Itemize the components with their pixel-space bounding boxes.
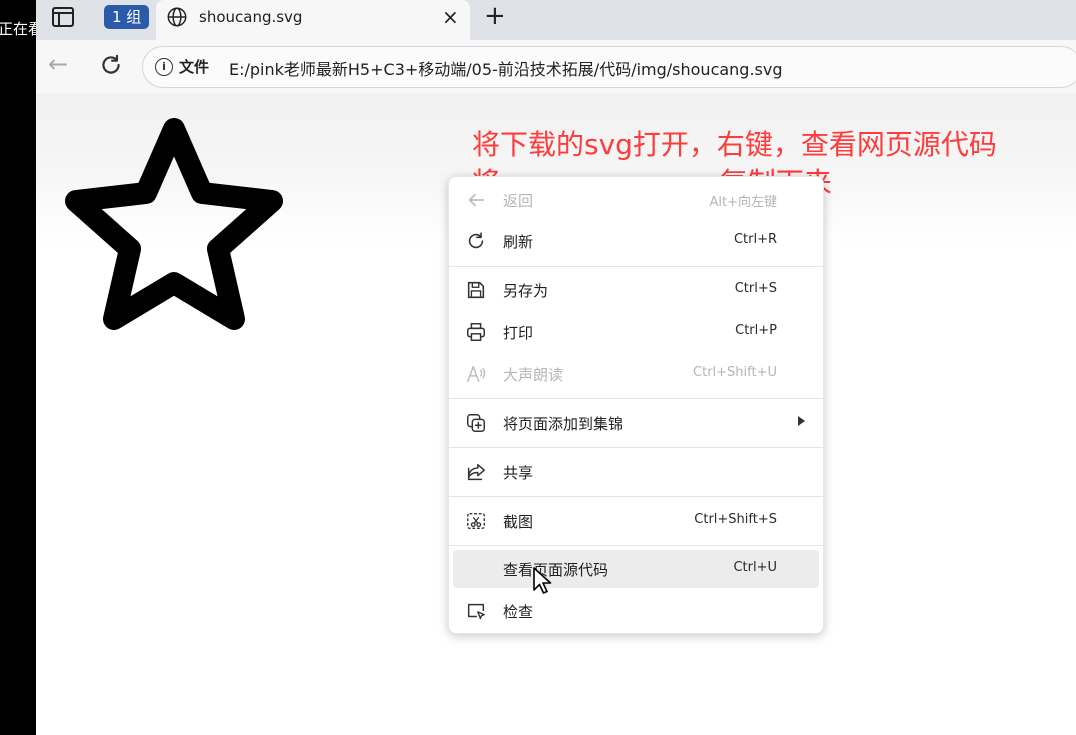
back-button[interactable]: ← <box>48 52 68 76</box>
menu-item-label: 返回 <box>503 192 534 210</box>
read-aloud-icon <box>467 365 486 383</box>
menu-item-shortcut: Alt+向左键 <box>709 195 778 210</box>
active-tab[interactable]: shoucang.svg × <box>156 0 470 40</box>
cut-off-text: 正在看 <box>0 20 36 38</box>
menu-separator <box>449 496 823 497</box>
menu-item-label: 另存为 <box>503 282 549 300</box>
menu-item-back[interactable]: 返回 Alt+向左键 <box>453 181 819 219</box>
menu-item-shortcut: Ctrl+U <box>733 560 777 575</box>
context-menu: 返回 Alt+向左键 刷新 Ctrl+R 另存为 Ctrl+S 打印 Ctrl+… <box>448 176 824 634</box>
info-icon[interactable]: i <box>155 58 173 76</box>
screen: 正在看 1 组 shoucang.svg × + ← i 文件 E:/pink老… <box>0 0 1076 735</box>
new-tab-button[interactable]: + <box>484 3 506 29</box>
menu-item-label: 将页面添加到集锦 <box>503 415 624 433</box>
menu-item-label: 截图 <box>503 513 534 531</box>
menu-item-read-aloud[interactable]: 大声朗读 Ctrl+Shift+U <box>453 355 819 393</box>
menu-item-add-to-collections[interactable]: 将页面添加到集锦 <box>453 404 819 442</box>
address-bar[interactable]: i 文件 E:/pink老师最新H5+C3+移动端/05-前沿技术拓展/代码/i… <box>142 46 1076 88</box>
refresh-icon <box>468 232 484 249</box>
menu-item-print[interactable]: 打印 Ctrl+P <box>453 313 819 351</box>
menu-item-label: 查看页面源代码 <box>503 561 609 579</box>
collections-add-icon <box>467 414 485 432</box>
menu-item-label: 打印 <box>503 324 534 342</box>
submenu-arrow-icon <box>798 416 805 426</box>
printer-icon <box>467 323 485 341</box>
menu-separator <box>449 266 823 267</box>
url-text[interactable]: E:/pink老师最新H5+C3+移动端/05-前沿技术拓展/代码/img/sh… <box>229 56 783 80</box>
close-tab-icon[interactable]: × <box>442 7 459 27</box>
back-arrow-icon <box>468 193 485 207</box>
menu-item-inspect[interactable]: 检查 <box>453 592 819 630</box>
globe-icon <box>167 7 187 27</box>
menu-item-shortcut: Ctrl+Shift+S <box>694 512 777 527</box>
menu-item-save-as[interactable]: 另存为 Ctrl+S <box>453 271 819 309</box>
menu-item-label: 共享 <box>503 464 534 482</box>
screenshot-icon <box>467 512 485 530</box>
tab-group-chip[interactable]: 1 组 <box>104 5 150 29</box>
mouse-cursor-icon <box>533 567 552 594</box>
star-icon <box>65 118 283 330</box>
menu-item-view-source[interactable]: 查看页面源代码 Ctrl+U <box>453 550 819 588</box>
menu-separator <box>449 447 823 448</box>
menu-item-shortcut: Ctrl+S <box>734 281 777 296</box>
left-black-strip: 正在看 <box>0 0 36 735</box>
menu-separator <box>449 398 823 399</box>
save-icon <box>467 281 485 299</box>
refresh-button[interactable] <box>98 52 124 78</box>
menu-item-label: 刷新 <box>503 233 534 251</box>
menu-item-label: 大声朗读 <box>503 366 564 384</box>
menu-item-shortcut: Ctrl+R <box>733 232 777 247</box>
menu-item-shortcut: Ctrl+P <box>735 323 777 338</box>
navigation-bar: ← i 文件 E:/pink老师最新H5+C3+移动端/05-前沿技术拓展/代码… <box>36 40 1076 94</box>
menu-item-screenshot[interactable]: 截图 Ctrl+Shift+S <box>453 502 819 540</box>
menu-item-refresh[interactable]: 刷新 Ctrl+R <box>453 222 819 260</box>
annotation-line-1: 将下载的svg打开，右键，查看网页源代码 <box>472 128 997 161</box>
tab-bar: 1 组 shoucang.svg × + <box>36 0 1076 40</box>
file-protocol-label: 文件 <box>179 58 210 76</box>
share-icon <box>467 463 485 481</box>
tab-actions-icon[interactable] <box>52 7 74 27</box>
menu-item-label: 检查 <box>503 603 534 621</box>
tab-title: shoucang.svg <box>199 8 303 26</box>
menu-separator <box>449 545 823 546</box>
inspect-icon <box>467 603 485 620</box>
menu-item-share[interactable]: 共享 <box>453 453 819 491</box>
menu-item-shortcut: Ctrl+Shift+U <box>693 365 777 380</box>
